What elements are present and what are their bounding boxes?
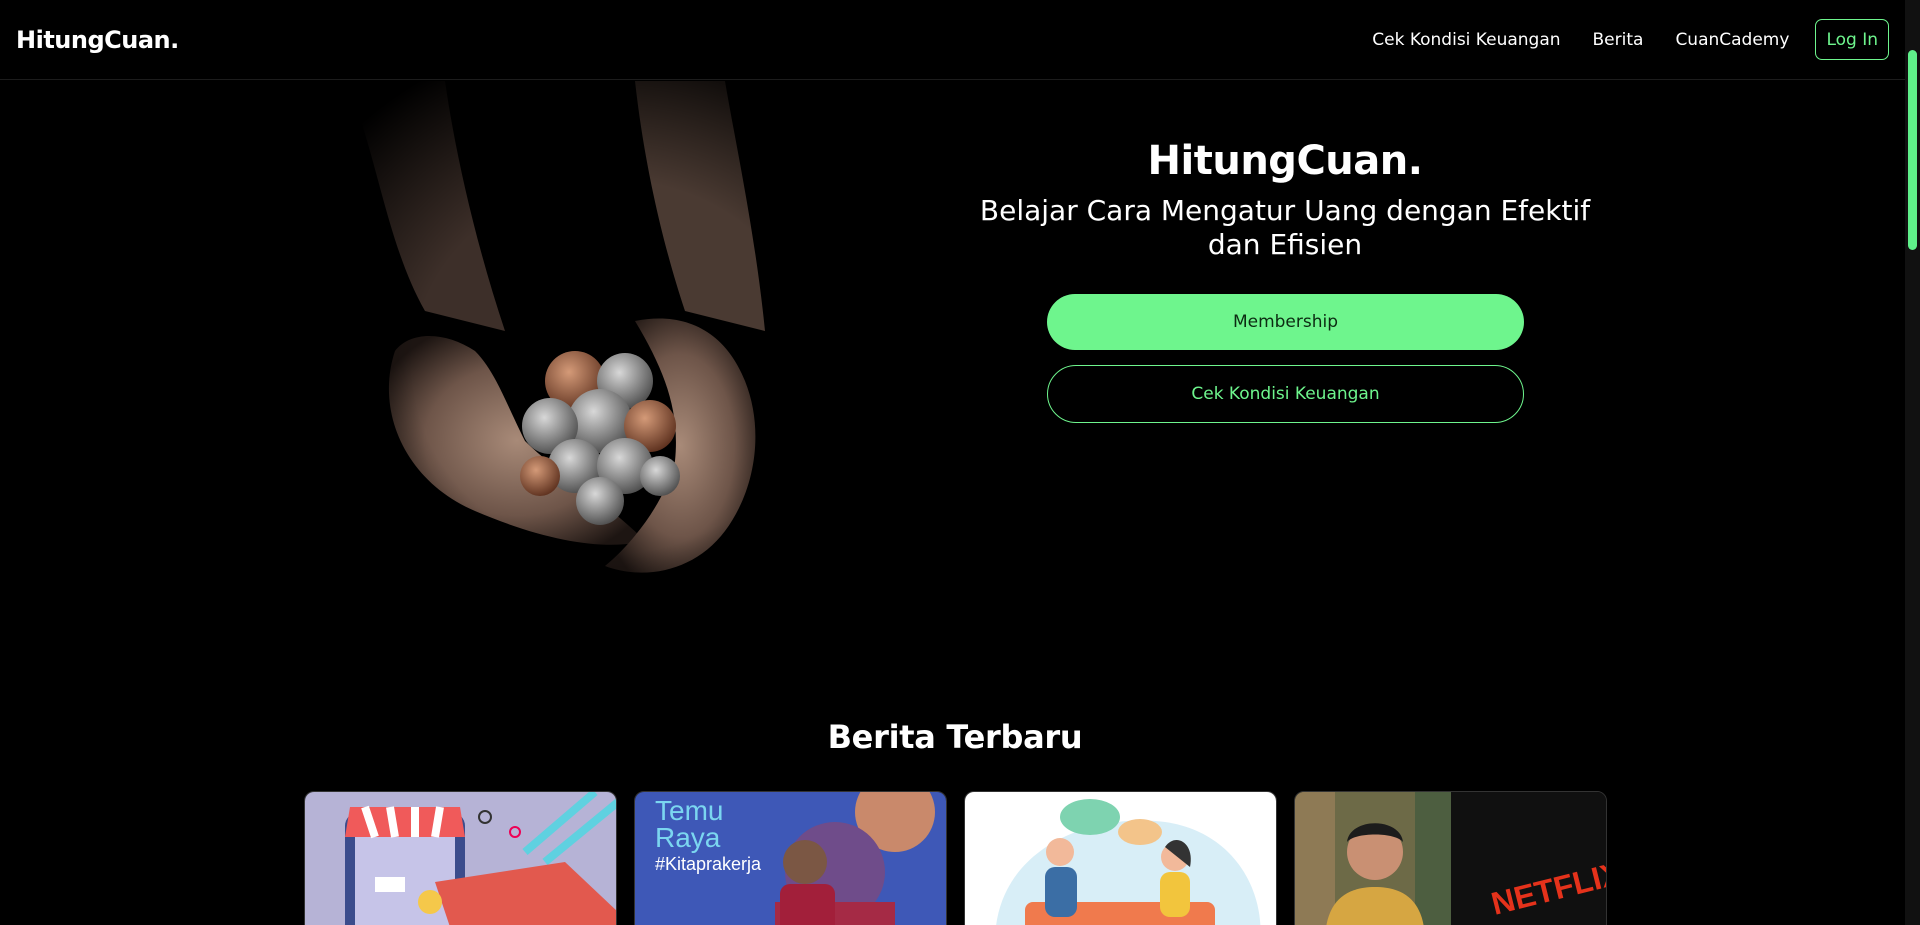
login-button[interactable]: Log In (1815, 19, 1889, 60)
temu-raya-tag: #Kitaprakerja (655, 854, 762, 874)
hero-title: HitungCuan. (1147, 138, 1423, 184)
conversation-illustration (965, 792, 1276, 925)
news-card[interactable]: Temu Raya #Kitaprakerja (634, 791, 947, 925)
hero-subtitle: Belajar Cara Mengatur Uang dengan Efekti… (979, 194, 1591, 261)
hero-image (305, 81, 865, 601)
news-card[interactable] (964, 791, 1277, 925)
membership-button[interactable]: Membership (1047, 294, 1524, 350)
nav-link-berita[interactable]: Berita (1593, 30, 1644, 50)
online-shop-illustration (305, 792, 616, 925)
nav-link-cek-kondisi[interactable]: Cek Kondisi Keuangan (1372, 30, 1560, 50)
temu-raya-illustration: Temu Raya #Kitaprakerja (635, 792, 946, 925)
news-card[interactable] (304, 791, 617, 925)
scrollbar-thumb[interactable] (1908, 50, 1917, 250)
nav-links: Cek Kondisi Keuangan Berita CuanCademy L… (1340, 19, 1889, 60)
navbar: HitungCuan. Cek Kondisi Keuangan Berita … (0, 0, 1905, 80)
nav-link-cuancademy[interactable]: CuanCademy (1675, 30, 1789, 50)
news-card[interactable]: NETFLIX (1294, 791, 1607, 925)
cek-kondisi-button[interactable]: Cek Kondisi Keuangan (1047, 365, 1524, 423)
news-section-title: Berita Terbaru (827, 718, 1083, 756)
hero-text: HitungCuan. Belajar Cara Mengatur Uang d… (960, 138, 1610, 262)
news-cards: Temu Raya #Kitaprakerja NETFLIX (304, 791, 1607, 925)
netflix-illustration: NETFLIX (1295, 792, 1606, 925)
scrollbar[interactable] (1905, 0, 1920, 925)
brand-logo[interactable]: HitungCuan. (16, 26, 179, 54)
temu-raya-line2: Raya (655, 822, 721, 853)
